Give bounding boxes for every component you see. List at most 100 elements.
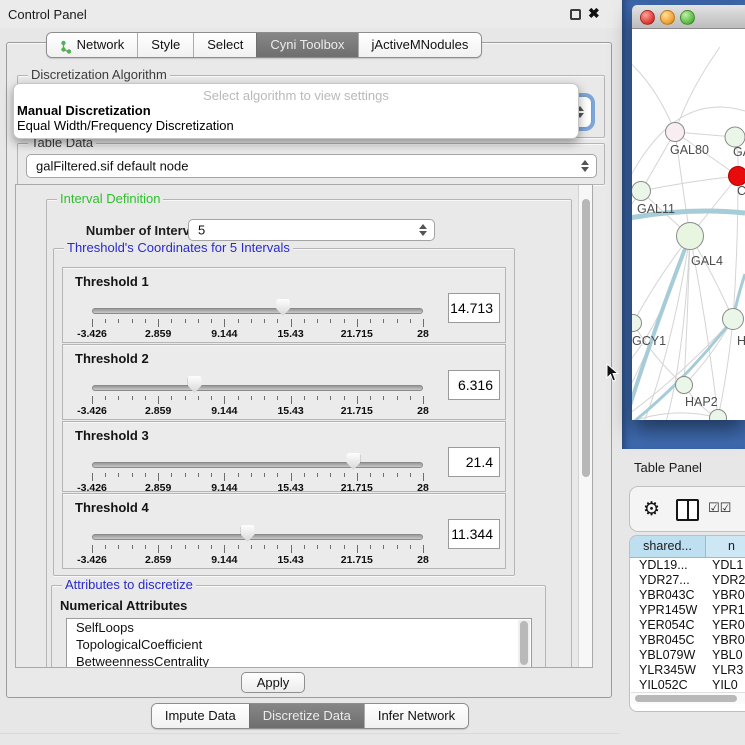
network-edge[interactable]: [641, 132, 675, 191]
vertical-scrollbar-thumb[interactable]: [582, 199, 590, 477]
threshold-value-field[interactable]: 11.344: [448, 519, 500, 549]
node-table: shared... n YDL19...YDL1YDR27...YDR2YBR0…: [629, 535, 745, 712]
threshold-value-field[interactable]: 6.316: [448, 370, 500, 400]
tab-label: Impute Data: [165, 704, 236, 728]
tab-style[interactable]: Style: [137, 33, 193, 57]
threshold-label: Threshold 4: [75, 500, 149, 515]
control-panel-titlebar: Control Panel ✖: [0, 0, 620, 28]
table-row[interactable]: YDL19...YDL1: [630, 558, 745, 573]
cell-shared-name: YPR145W: [630, 603, 705, 618]
tab-infer-network[interactable]: Infer Network: [364, 704, 468, 728]
bottom-tab-bar: Impute Data Discretize Data Infer Network: [0, 703, 620, 729]
numerical-attributes-list[interactable]: SelfLoopsTopologicalCoefficientBetweenne…: [66, 618, 532, 668]
network-edge[interactable]: [641, 176, 738, 191]
tab-network[interactable]: Network: [47, 33, 138, 57]
tick-label: 2.859: [145, 405, 171, 417]
network-node-h[interactable]: [723, 309, 744, 330]
horizontal-scrollbar[interactable]: [631, 692, 745, 704]
threshold-slider-track[interactable]: [92, 534, 423, 540]
table-row[interactable]: YER054CYER0: [630, 618, 745, 633]
cell-name: YPR1: [705, 603, 745, 618]
slider-ticks: [92, 545, 423, 554]
tick-label: 9.144: [211, 405, 237, 417]
algorithm-option-equal-width-frequency-discretization[interactable]: Equal Width/Frequency Discretization: [17, 118, 234, 133]
network-node-gal11[interactable]: [632, 182, 651, 201]
tab-cyni-toolbox[interactable]: Cyni Toolbox: [256, 33, 357, 57]
network-node-gal80[interactable]: [666, 123, 685, 142]
threshold-value-field[interactable]: 14.713: [448, 293, 500, 323]
tab-discretize-data[interactable]: Discretize Data: [249, 704, 364, 728]
table-header-shared[interactable]: shared...: [630, 536, 706, 557]
network-node-ga[interactable]: [725, 127, 745, 147]
table-row[interactable]: YBR043CYBR0: [630, 588, 745, 603]
tab-label: Infer Network: [378, 704, 455, 728]
threshold-value-field[interactable]: 21.4: [448, 447, 500, 477]
cyni-toolbox-panel: Discretization Algorithm Select algorith…: [6, 42, 612, 698]
table-row[interactable]: YBR045CYBR0: [630, 633, 745, 648]
tick-label: 21.715: [341, 328, 373, 340]
network-node[interactable]: [710, 410, 727, 421]
threshold-slider-track[interactable]: [92, 385, 423, 391]
algorithm-option-manual-discretization[interactable]: Manual Discretization: [17, 103, 151, 118]
tab-select[interactable]: Select: [193, 33, 256, 57]
node-label: GAL4: [691, 254, 723, 268]
table-header-name[interactable]: n: [706, 536, 745, 557]
attribute-item-betweennesscentrality[interactable]: BetweennessCentrality: [67, 653, 531, 668]
split-columns-icon[interactable]: [676, 499, 699, 521]
network-window[interactable]: GAL80GACGAL11GAL4GCY1HHAP2: [632, 5, 745, 420]
horizontal-scrollbar-thumb[interactable]: [635, 695, 737, 702]
slider-ticks: [92, 473, 423, 482]
tick-label: 15.43: [277, 554, 303, 566]
table-row[interactable]: YBL079WYBL0: [630, 648, 745, 663]
tick-label: 9.144: [211, 554, 237, 566]
network-canvas[interactable]: GAL80GACGAL11GAL4GCY1HHAP2: [632, 29, 745, 420]
cell-shared-name: YBL079W: [630, 648, 705, 663]
attribute-item-topologicalcoefficient[interactable]: TopologicalCoefficient: [67, 636, 531, 653]
attribute-item-selfloops[interactable]: SelfLoops: [67, 619, 531, 636]
list-scrollbar[interactable]: [518, 620, 530, 668]
threshold-slider-track[interactable]: [92, 462, 423, 468]
node-label: C: [737, 184, 745, 198]
minimize-window-icon[interactable]: [660, 10, 675, 25]
column-checkboxes-icon[interactable]: ☑☑: [708, 501, 731, 516]
network-node-c[interactable]: [729, 167, 745, 186]
float-window-icon[interactable]: [570, 9, 581, 20]
settings-gear-icon[interactable]: ⚙: [643, 496, 660, 522]
close-icon[interactable]: ✖: [588, 5, 600, 22]
close-window-icon[interactable]: [640, 10, 655, 25]
table-row[interactable]: YPR145WYPR1: [630, 603, 745, 618]
tab-label: Cyni Toolbox: [270, 33, 344, 57]
zoom-window-icon[interactable]: [680, 10, 695, 25]
network-node-gal4[interactable]: [677, 223, 704, 250]
threshold-slider-track[interactable]: [92, 308, 423, 314]
network-edge[interactable]: [632, 59, 675, 132]
interval-definition-title: Interval Definition: [57, 192, 163, 206]
number-of-intervals-combobox[interactable]: 5: [188, 219, 435, 241]
network-edge[interactable]: [690, 236, 733, 319]
network-window-titlebar[interactable]: [632, 5, 745, 29]
vertical-scrollbar[interactable]: [578, 185, 592, 667]
tab-impute-data[interactable]: Impute Data: [152, 704, 249, 728]
cell-name: YDR2: [705, 573, 745, 588]
cell-name: YDL1: [705, 558, 745, 573]
screen: Control Panel ✖ NetworkStyleSelect Cyni T…: [0, 0, 745, 745]
network-node-hap2[interactable]: [676, 377, 693, 394]
list-scrollbar-thumb[interactable]: [520, 621, 528, 665]
tab-jactivemnodules[interactable]: jActiveMNodules: [358, 33, 482, 57]
tick-label: 21.715: [341, 405, 373, 417]
interval-definition-group: Interval Definition Number of Intervals …: [46, 199, 572, 668]
table-data-combobox[interactable]: galFiltered.sif default node: [26, 154, 597, 178]
table-row[interactable]: YLR345WYLR3: [630, 663, 745, 678]
cell-shared-name: YDL19...: [630, 558, 705, 573]
mouse-cursor: [605, 363, 619, 383]
node-label: GAL80: [670, 143, 709, 157]
network-edge[interactable]: [675, 47, 720, 132]
table-row[interactable]: YIL052CYIL0: [630, 678, 745, 693]
cell-name: YLR3: [705, 663, 745, 678]
network-node-gcy1[interactable]: [632, 315, 642, 332]
slider-ticks: [92, 319, 423, 328]
table-row[interactable]: YDR27...YDR2: [630, 573, 745, 588]
network-desktop: GAL80GACGAL11GAL4GCY1HHAP2: [622, 0, 745, 449]
threshold-panel: Threshold 1 -3.4262.8599.14415.4321.7152…: [62, 267, 506, 343]
apply-button[interactable]: Apply: [241, 672, 305, 693]
